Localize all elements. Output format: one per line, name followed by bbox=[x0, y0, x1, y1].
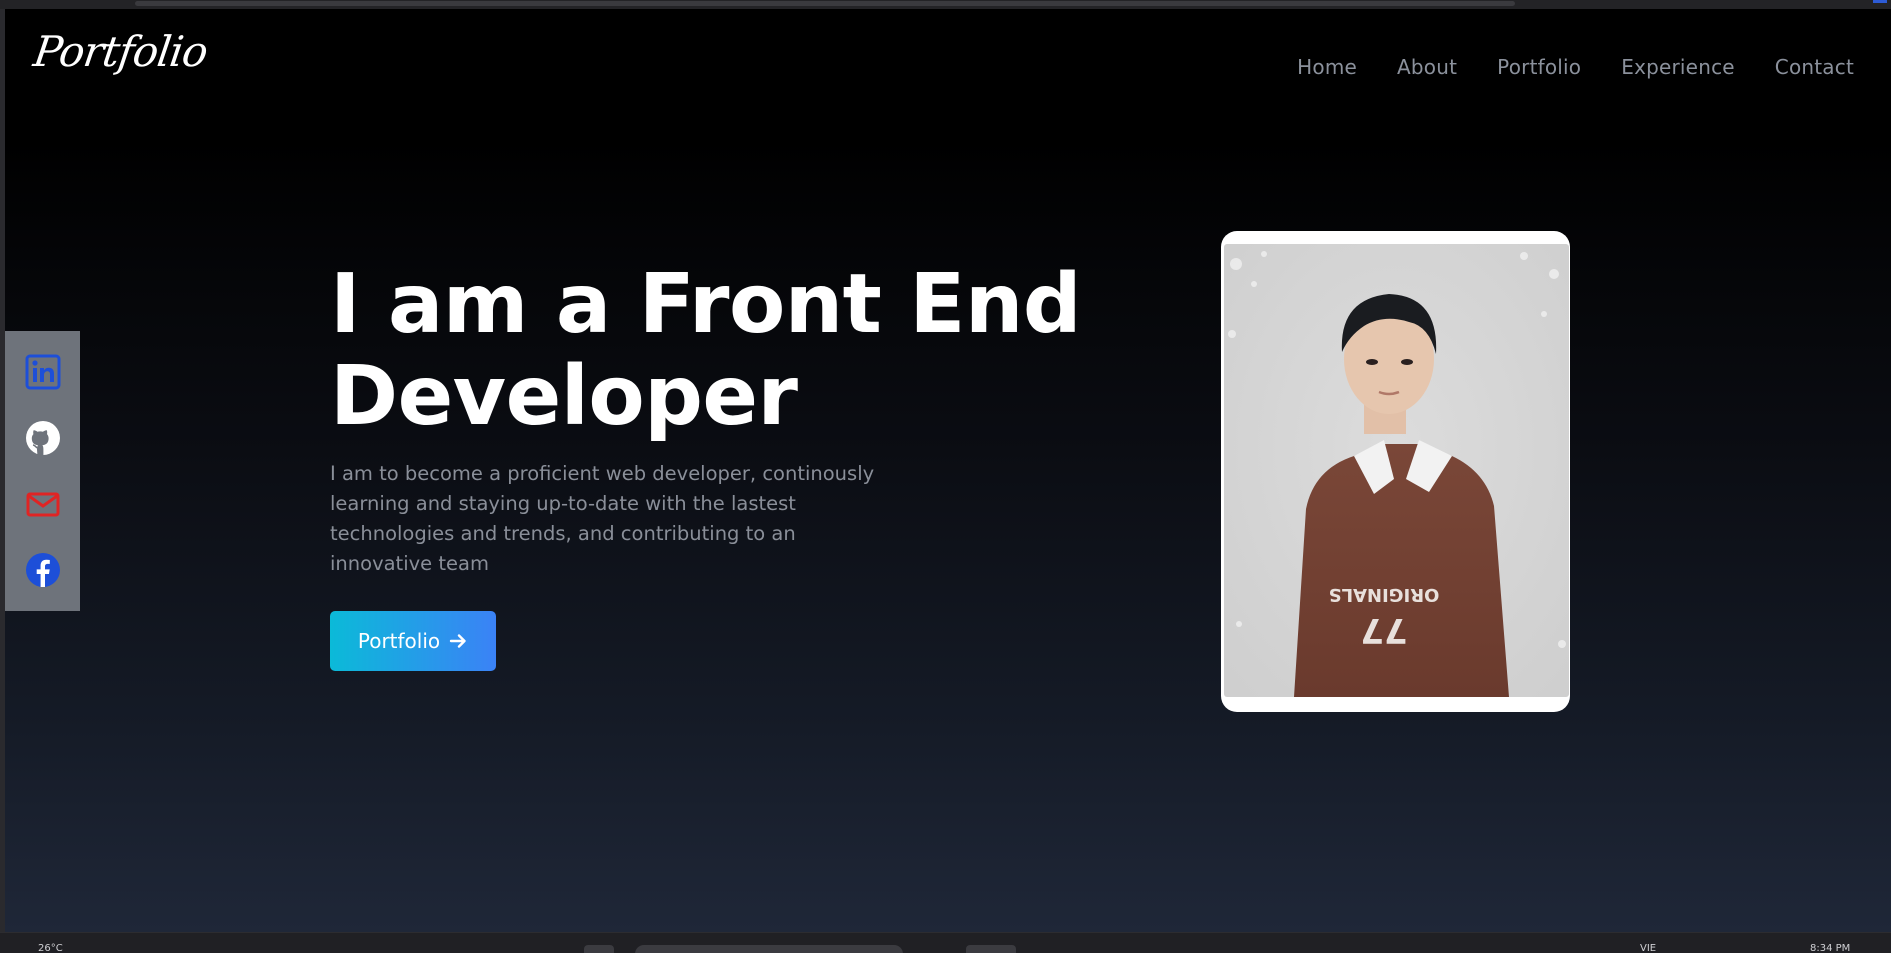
main-nav: Home About Portfolio Experience Contact bbox=[1297, 55, 1854, 79]
nav-contact[interactable]: Contact bbox=[1775, 55, 1854, 79]
browser-top-strip bbox=[0, 0, 1891, 9]
corner-indicator bbox=[1873, 0, 1887, 3]
taskbar-search[interactable] bbox=[635, 945, 903, 953]
os-taskbar: 26°C VIE 8:34 PM bbox=[0, 932, 1891, 953]
portfolio-button-label: Portfolio bbox=[357, 629, 441, 653]
site-logo[interactable]: Portfolio bbox=[31, 27, 211, 76]
hero-title-line2: Developer bbox=[330, 349, 798, 444]
hero-title-line1: I am a Front End bbox=[330, 257, 1082, 352]
taskbar-weather[interactable]: 26°C bbox=[38, 943, 63, 953]
email-link[interactable] bbox=[25, 486, 61, 522]
taskbar-start-button[interactable] bbox=[584, 945, 614, 953]
taskbar-clock[interactable]: 8:34 PM bbox=[1810, 943, 1850, 953]
profile-photo: ORIGINALS 77 bbox=[1224, 244, 1569, 697]
hero-title: I am a Front End Developer bbox=[330, 259, 1130, 443]
nav-portfolio[interactable]: Portfolio bbox=[1497, 55, 1581, 79]
shirt-number: 77 bbox=[1360, 610, 1407, 650]
github-icon bbox=[25, 421, 60, 455]
nav-about[interactable]: About bbox=[1397, 55, 1457, 79]
profile-photo-card: ORIGINALS 77 bbox=[1221, 231, 1570, 712]
taskbar-app-active[interactable] bbox=[966, 945, 1016, 953]
portfolio-page: Portfolio Home About Portfolio Experienc… bbox=[5, 9, 1891, 932]
nav-home[interactable]: Home bbox=[1297, 55, 1357, 79]
nav-experience[interactable]: Experience bbox=[1621, 55, 1735, 79]
linkedin-icon bbox=[25, 354, 60, 390]
horizontal-scrollbar[interactable] bbox=[135, 1, 1515, 6]
shirt-text: ORIGINALS bbox=[1329, 584, 1440, 605]
hero-description: I am to become a proficient web develope… bbox=[330, 462, 875, 575]
arrow-right-icon bbox=[449, 634, 466, 648]
linkedin-link[interactable] bbox=[25, 354, 61, 390]
facebook-link[interactable] bbox=[25, 552, 61, 588]
github-link[interactable] bbox=[25, 420, 61, 456]
social-links-panel bbox=[5, 331, 80, 611]
taskbar-language[interactable]: VIE bbox=[1640, 943, 1656, 953]
portfolio-button[interactable]: Portfolio bbox=[330, 611, 496, 671]
mail-icon bbox=[26, 492, 59, 517]
facebook-icon bbox=[25, 553, 60, 587]
